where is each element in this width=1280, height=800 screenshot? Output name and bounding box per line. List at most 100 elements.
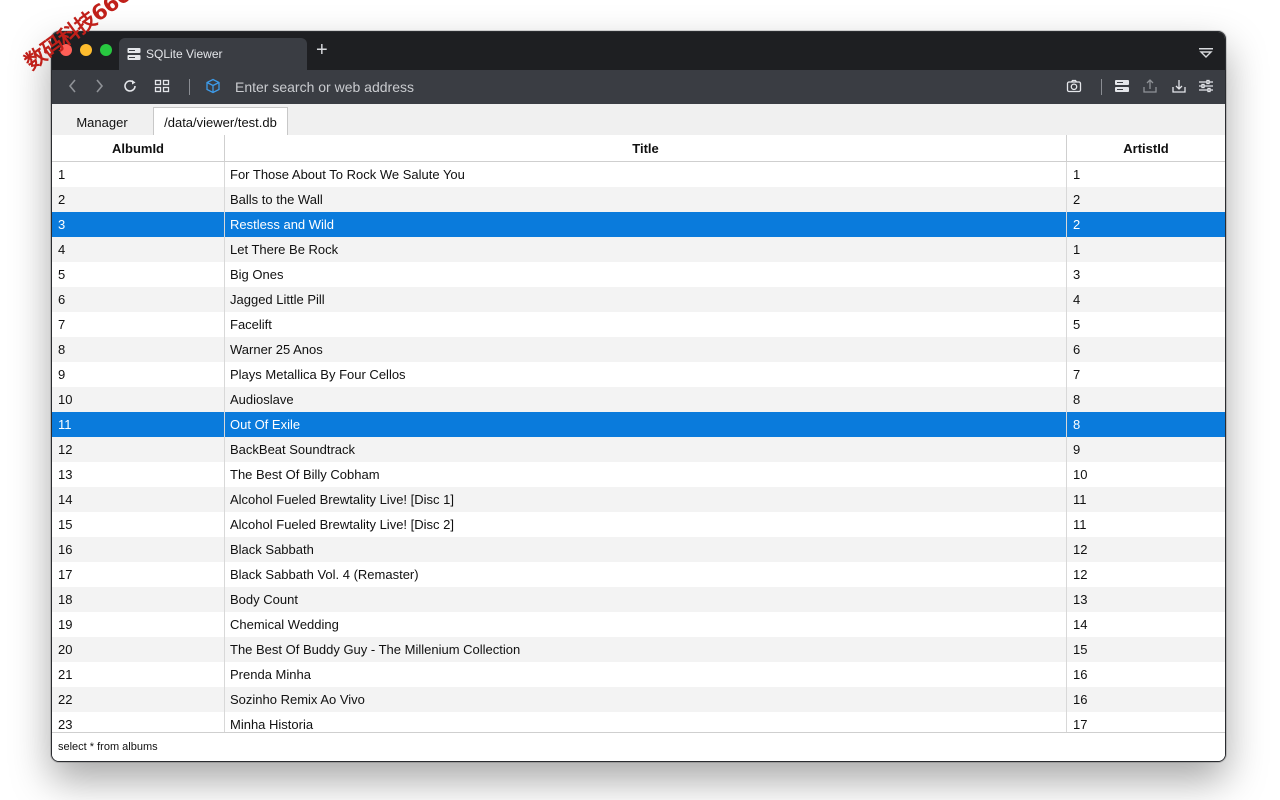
table-row[interactable]: 18 Body Count 13 xyxy=(52,587,1225,612)
cell-title[interactable]: Let There Be Rock xyxy=(225,237,1067,262)
table-row[interactable]: 8 Warner 25 Anos 6 xyxy=(52,337,1225,362)
new-tab-button[interactable]: + xyxy=(316,40,328,60)
cell-artistid[interactable]: 13 xyxy=(1067,587,1225,612)
reload-icon[interactable] xyxy=(122,78,138,99)
cell-artistid[interactable]: 8 xyxy=(1067,387,1225,412)
cell-title[interactable]: Body Count xyxy=(225,587,1067,612)
cell-artistid[interactable]: 1 xyxy=(1067,162,1225,187)
table-row[interactable]: 19 Chemical Wedding 14 xyxy=(52,612,1225,637)
cell-albumid[interactable]: 18 xyxy=(52,587,225,612)
cell-artistid[interactable]: 8 xyxy=(1067,412,1225,437)
cell-title[interactable]: Audioslave xyxy=(225,387,1067,412)
cell-title[interactable]: Plays Metallica By Four Cellos xyxy=(225,362,1067,387)
cell-title[interactable]: Black Sabbath Vol. 4 (Remaster) xyxy=(225,562,1067,587)
cell-title[interactable]: Alcohol Fueled Brewtality Live! [Disc 1] xyxy=(225,487,1067,512)
table-row[interactable]: 6 Jagged Little Pill 4 xyxy=(52,287,1225,312)
table-row[interactable]: 23 Minha Historia 17 xyxy=(52,712,1225,732)
table-row[interactable]: 13 The Best Of Billy Cobham 10 xyxy=(52,462,1225,487)
cell-artistid[interactable]: 3 xyxy=(1067,262,1225,287)
cell-albumid[interactable]: 9 xyxy=(52,362,225,387)
download-icon[interactable] xyxy=(1171,78,1187,99)
cell-albumid[interactable]: 1 xyxy=(52,162,225,187)
cell-albumid[interactable]: 6 xyxy=(52,287,225,312)
cell-title[interactable]: Sozinho Remix Ao Vivo xyxy=(225,687,1067,712)
tab-manager[interactable]: Manager xyxy=(52,110,152,135)
table-row[interactable]: 22 Sozinho Remix Ao Vivo 16 xyxy=(52,687,1225,712)
back-icon[interactable] xyxy=(67,78,79,99)
camera-icon[interactable] xyxy=(1066,78,1082,99)
table-row[interactable]: 11 Out Of Exile 8 xyxy=(52,412,1225,437)
cell-title[interactable]: Jagged Little Pill xyxy=(225,287,1067,312)
column-header-title[interactable]: Title xyxy=(225,135,1067,161)
cell-title[interactable]: The Best Of Billy Cobham xyxy=(225,462,1067,487)
cell-title[interactable]: Minha Historia xyxy=(225,712,1067,732)
minimize-window-button[interactable] xyxy=(80,44,92,56)
cell-albumid[interactable]: 21 xyxy=(52,662,225,687)
zoom-window-button[interactable] xyxy=(100,44,112,56)
cell-artistid[interactable]: 17 xyxy=(1067,712,1225,732)
cell-title[interactable]: Balls to the Wall xyxy=(225,187,1067,212)
cell-title[interactable]: Out Of Exile xyxy=(225,412,1067,437)
cell-artistid[interactable]: 1 xyxy=(1067,237,1225,262)
grid-icon[interactable] xyxy=(154,78,170,99)
cell-title[interactable]: Chemical Wedding xyxy=(225,612,1067,637)
cell-albumid[interactable]: 2 xyxy=(52,187,225,212)
column-header-artistid[interactable]: ArtistId xyxy=(1067,135,1225,161)
cell-albumid[interactable]: 15 xyxy=(52,512,225,537)
settings-sliders-icon[interactable] xyxy=(1198,78,1214,99)
cell-artistid[interactable]: 12 xyxy=(1067,562,1225,587)
cell-title[interactable]: For Those About To Rock We Salute You xyxy=(225,162,1067,187)
cell-title[interactable]: Warner 25 Anos xyxy=(225,337,1067,362)
table-row[interactable]: 16 Black Sabbath 12 xyxy=(52,537,1225,562)
cell-title[interactable]: BackBeat Soundtrack xyxy=(225,437,1067,462)
cell-title[interactable]: Black Sabbath xyxy=(225,537,1067,562)
cell-artistid[interactable]: 7 xyxy=(1067,362,1225,387)
cell-title[interactable]: The Best Of Buddy Guy - The Millenium Co… xyxy=(225,637,1067,662)
cell-artistid[interactable]: 6 xyxy=(1067,337,1225,362)
cell-artistid[interactable]: 11 xyxy=(1067,487,1225,512)
cell-artistid[interactable]: 11 xyxy=(1067,512,1225,537)
cell-albumid[interactable]: 3 xyxy=(52,212,225,237)
table-row[interactable]: 9 Plays Metallica By Four Cellos 7 xyxy=(52,362,1225,387)
table-row[interactable]: 7 Facelift 5 xyxy=(52,312,1225,337)
cell-albumid[interactable]: 13 xyxy=(52,462,225,487)
cell-albumid[interactable]: 23 xyxy=(52,712,225,732)
cell-albumid[interactable]: 12 xyxy=(52,437,225,462)
cell-title[interactable]: Restless and Wild xyxy=(225,212,1067,237)
database-icon[interactable] xyxy=(1114,78,1130,99)
cell-artistid[interactable]: 14 xyxy=(1067,612,1225,637)
cell-artistid[interactable]: 10 xyxy=(1067,462,1225,487)
table-row[interactable]: 10 Audioslave 8 xyxy=(52,387,1225,412)
cell-albumid[interactable]: 14 xyxy=(52,487,225,512)
tab-database-file[interactable]: /data/viewer/test.db xyxy=(153,107,288,137)
cell-albumid[interactable]: 17 xyxy=(52,562,225,587)
table-row[interactable]: 15 Alcohol Fueled Brewtality Live! [Disc … xyxy=(52,512,1225,537)
share-icon[interactable] xyxy=(1142,78,1158,99)
table-row[interactable]: 5 Big Ones 3 xyxy=(52,262,1225,287)
address-bar-input[interactable] xyxy=(235,75,835,99)
table-row[interactable]: 3 Restless and Wild 2 xyxy=(52,212,1225,237)
cell-albumid[interactable]: 4 xyxy=(52,237,225,262)
cell-albumid[interactable]: 10 xyxy=(52,387,225,412)
cell-albumid[interactable]: 22 xyxy=(52,687,225,712)
cell-albumid[interactable]: 5 xyxy=(52,262,225,287)
cell-artistid[interactable]: 15 xyxy=(1067,637,1225,662)
table-row[interactable]: 21 Prenda Minha 16 xyxy=(52,662,1225,687)
cell-title[interactable]: Alcohol Fueled Brewtality Live! [Disc 2] xyxy=(225,512,1067,537)
table-row[interactable]: 20 The Best Of Buddy Guy - The Millenium … xyxy=(52,637,1225,662)
cell-artistid[interactable]: 2 xyxy=(1067,187,1225,212)
cell-artistid[interactable]: 4 xyxy=(1067,287,1225,312)
cell-albumid[interactable]: 19 xyxy=(52,612,225,637)
table-row[interactable]: 12 BackBeat Soundtrack 9 xyxy=(52,437,1225,462)
cell-albumid[interactable]: 20 xyxy=(52,637,225,662)
forward-icon[interactable] xyxy=(93,78,105,99)
column-header-albumid[interactable]: AlbumId xyxy=(52,135,225,161)
table-row[interactable]: 2 Balls to the Wall 2 xyxy=(52,187,1225,212)
cell-title[interactable]: Facelift xyxy=(225,312,1067,337)
cell-artistid[interactable]: 5 xyxy=(1067,312,1225,337)
table-row[interactable]: 17 Black Sabbath Vol. 4 (Remaster) 12 xyxy=(52,562,1225,587)
cell-artistid[interactable]: 9 xyxy=(1067,437,1225,462)
cell-albumid[interactable]: 7 xyxy=(52,312,225,337)
cell-artistid[interactable]: 12 xyxy=(1067,537,1225,562)
cell-artistid[interactable]: 16 xyxy=(1067,687,1225,712)
